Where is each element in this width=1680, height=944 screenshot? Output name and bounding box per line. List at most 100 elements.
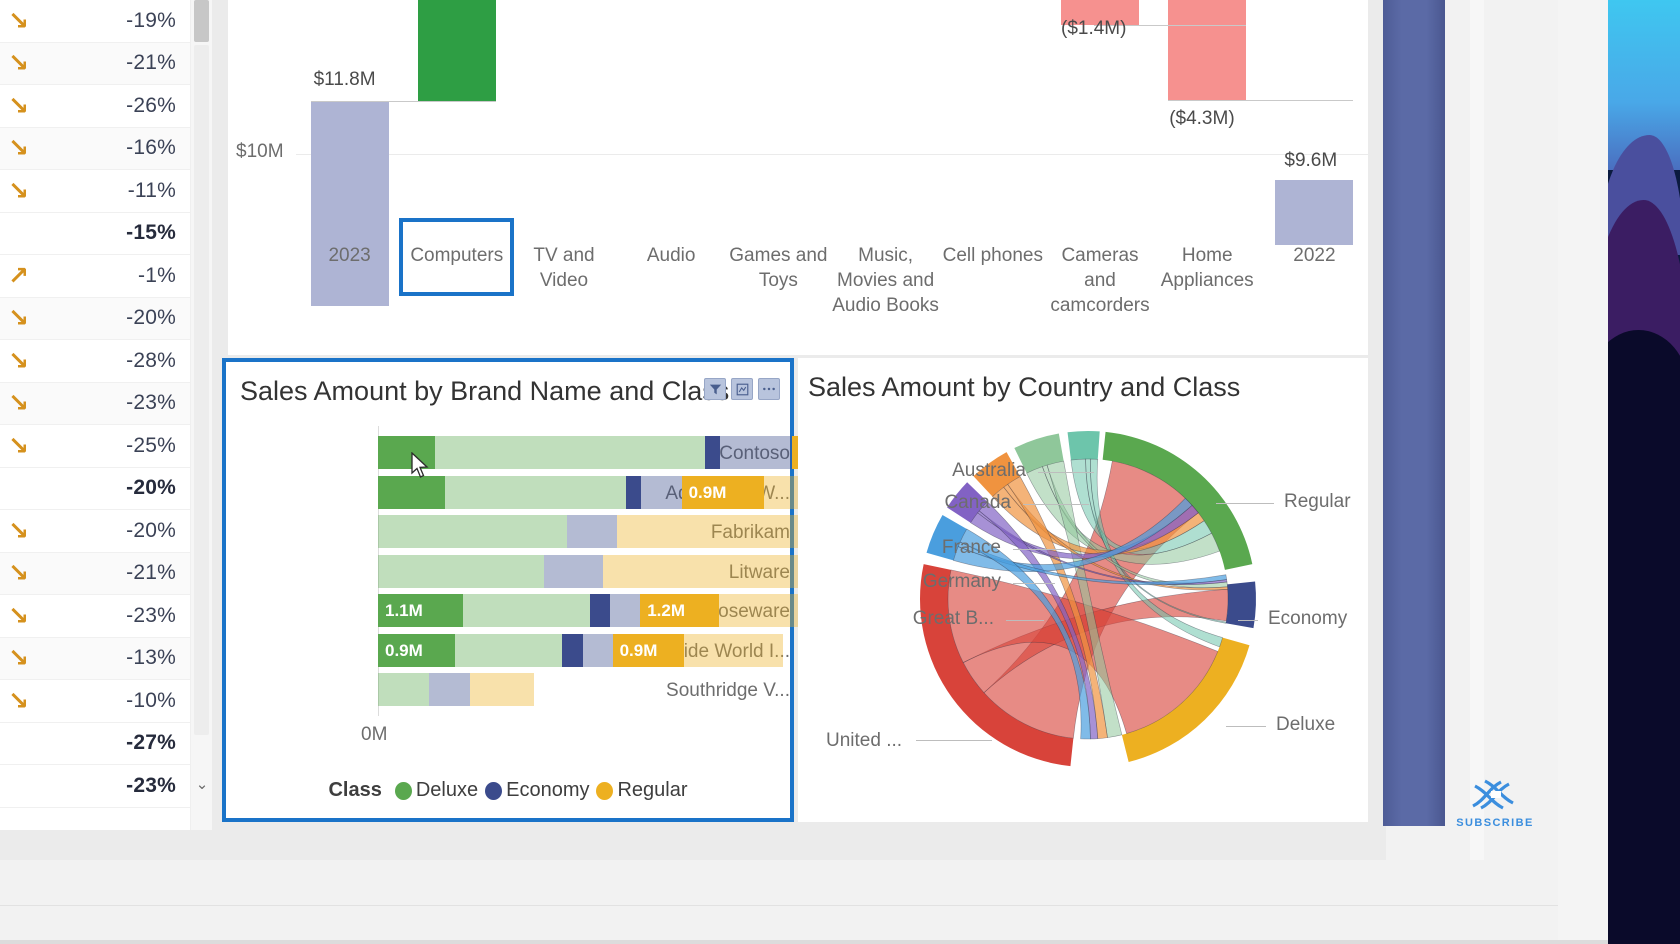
bar-chart-visual[interactable]: Sales Amount by Brand Name and Class Con… xyxy=(222,358,1331,822)
chord-arc-australia[interactable] xyxy=(1067,431,1100,461)
waterfall-category-label[interactable]: Cameras and camcorders xyxy=(1046,243,1153,318)
chord-class-label[interactable]: Deluxe xyxy=(1276,714,1335,736)
scrollbar-track[interactable] xyxy=(194,45,209,735)
waterfall-y-tick: $10M xyxy=(236,141,284,162)
more-options-icon[interactable] xyxy=(758,378,780,400)
scrollbar-thumb[interactable] xyxy=(194,0,209,42)
table-row[interactable]: -27% xyxy=(0,722,190,765)
table-row[interactable]: ↘ -28% xyxy=(0,340,190,383)
bar-chart-title: Sales Amount by Brand Name and Class xyxy=(240,376,730,406)
table-row[interactable]: -23% xyxy=(0,765,190,808)
chord-chart-visual[interactable]: Sales Amount by Country and Class Austra… xyxy=(798,358,1368,822)
waterfall-category-label[interactable]: TV and Video xyxy=(510,243,617,293)
chord-country-label[interactable]: Great B... xyxy=(913,608,994,630)
waterfall-category-label[interactable]: Music, Movies and Audio Books xyxy=(832,243,939,318)
table-row[interactable]: ↘ -20% xyxy=(0,510,190,553)
bar-segment-deluxe[interactable] xyxy=(445,475,627,509)
table-row[interactable]: ↘ -20% xyxy=(0,297,190,340)
bar-segment-deluxe[interactable] xyxy=(455,633,562,667)
trend-down-icon: ↘ xyxy=(8,48,29,78)
waterfall-bar-total-2022[interactable] xyxy=(1275,179,1354,245)
waterfall-category-label[interactable]: 2022 xyxy=(1261,243,1368,268)
subscribe-watermark[interactable]: SUBSCRIBE xyxy=(1455,778,1535,829)
table-row[interactable]: ↘ -26% xyxy=(0,85,190,128)
legend-item-regular[interactable]: Regular xyxy=(596,779,688,802)
waterfall-category-label[interactable]: Games and Toys xyxy=(725,243,832,293)
table-row[interactable]: ↘ -13% xyxy=(0,637,190,680)
table-row[interactable]: ↘ -21% xyxy=(0,552,190,595)
table-row[interactable]: ↘ -23% xyxy=(0,382,190,425)
waterfall-selected-category-outline[interactable] xyxy=(399,218,515,296)
waterfall-visual[interactable]: $10M $11.8M ($1.4M) ($4.3M) $9.6M 2023 Compute… xyxy=(228,0,1368,355)
chord-leader-line xyxy=(1216,503,1274,504)
waterfall-bar-home-appliances[interactable] xyxy=(1168,0,1247,100)
chevron-down-icon[interactable]: ⌄ xyxy=(191,772,213,796)
table-row[interactable]: -20% xyxy=(0,467,190,510)
chord-arc-economy[interactable] xyxy=(1225,581,1256,629)
bar-segment-economy-selected[interactable] xyxy=(589,594,610,627)
table-row[interactable]: ↘ -19% xyxy=(0,0,190,43)
chord-country-label[interactable]: Australia xyxy=(952,460,1026,482)
bar-segment-economy[interactable] xyxy=(428,673,470,706)
waterfall-category-label[interactable]: Audio xyxy=(618,243,725,268)
bar-plot-area[interactable]: ContosoAdventure W...0.9MFabrikamLitware… xyxy=(226,424,1331,764)
chord-chart-title: Sales Amount by Country and Class xyxy=(808,372,1241,402)
kpi-table-scrollbar[interactable]: ⌄ xyxy=(190,0,212,830)
table-row[interactable]: ↗ -1% xyxy=(0,255,190,298)
bar-segment-economy[interactable] xyxy=(566,515,618,548)
waterfall-bar-computers[interactable] xyxy=(417,0,496,101)
legend-item-deluxe[interactable]: Deluxe xyxy=(394,779,479,802)
bar-segment-economy-selected[interactable] xyxy=(704,436,720,469)
bar-segment-deluxe-selected[interactable] xyxy=(378,475,446,509)
wallpaper-ridge-3 xyxy=(1608,330,1680,944)
right-side-panel[interactable] xyxy=(1383,0,1445,826)
table-row[interactable]: -15% xyxy=(0,212,190,255)
bar-segment-economy-selected[interactable] xyxy=(562,633,584,667)
bar-segment-economy[interactable] xyxy=(543,554,604,588)
filter-icon[interactable] xyxy=(704,378,726,400)
waterfall-category-label[interactable]: Home Appliances xyxy=(1154,243,1261,293)
chord-country-label[interactable]: Germany xyxy=(923,571,1001,593)
bar-segment-economy[interactable] xyxy=(641,475,682,509)
bar-segment-regular[interactable] xyxy=(470,673,535,706)
table-row[interactable]: ↘ -10% xyxy=(0,680,190,723)
chord-leader-line xyxy=(1006,620,1044,621)
focus-mode-icon[interactable] xyxy=(731,378,753,400)
bar-segment-economy[interactable] xyxy=(583,633,613,667)
bar-segment-deluxe[interactable] xyxy=(378,673,429,706)
bar-segment-regular[interactable] xyxy=(684,633,783,667)
kpi-value: -20% xyxy=(126,476,176,500)
canvas-bottom-band xyxy=(0,860,1558,944)
table-row[interactable]: ↘ -25% xyxy=(0,425,190,468)
waterfall-bar-total-2023[interactable] xyxy=(310,100,389,306)
chord-class-label[interactable]: Regular xyxy=(1284,491,1351,513)
kpi-table[interactable]: ↘ -19% ↘ -21% ↘ -26% ↘ -16% ↘ -11% -15% ↗ -1% ↘ -20% ↘ -… xyxy=(0,0,190,830)
waterfall-plot-area[interactable]: $10M $11.8M ($1.4M) ($4.3M) $9.6M 2023 Compute… xyxy=(228,0,1368,355)
kpi-value: -28% xyxy=(126,348,176,372)
table-row[interactable]: ↘ -21% xyxy=(0,42,190,85)
bar-segment-data-label: 1.2M xyxy=(647,601,685,620)
chord-country-label[interactable]: France xyxy=(942,537,1001,559)
legend-label: Deluxe xyxy=(415,779,479,801)
bar-segment-deluxe[interactable] xyxy=(378,515,567,548)
waterfall-category-label[interactable]: 2023 xyxy=(296,243,403,268)
trend-down-icon: ↘ xyxy=(8,303,29,333)
legend-item-economy[interactable]: Economy xyxy=(485,779,589,802)
waterfall-category-label[interactable]: Cell phones xyxy=(939,243,1046,268)
table-row[interactable]: ↘ -11% xyxy=(0,170,190,213)
table-row[interactable]: ↘ -16% xyxy=(0,127,190,170)
table-row[interactable]: ↘ -23% xyxy=(0,595,190,638)
bar-chart-legend[interactable]: Class Deluxe Economy Regular xyxy=(226,779,790,802)
bar-segment-economy[interactable] xyxy=(609,594,641,627)
chord-country-label[interactable]: Canada xyxy=(944,492,1011,514)
bar-segment-deluxe[interactable] xyxy=(435,436,705,469)
visual-header-icons[interactable] xyxy=(704,378,780,400)
bar-chart-category-label[interactable]: Southridge V... xyxy=(650,680,790,702)
bar-segment-deluxe[interactable] xyxy=(378,554,544,588)
chord-country-label[interactable]: United ... xyxy=(826,730,902,752)
bar-segment-economy[interactable] xyxy=(719,436,792,469)
bar-segment-deluxe[interactable] xyxy=(462,594,590,627)
bar-segment-economy-selected[interactable] xyxy=(626,475,642,509)
chord-class-label[interactable]: Economy xyxy=(1268,608,1347,630)
chord-leader-line xyxy=(916,740,992,741)
